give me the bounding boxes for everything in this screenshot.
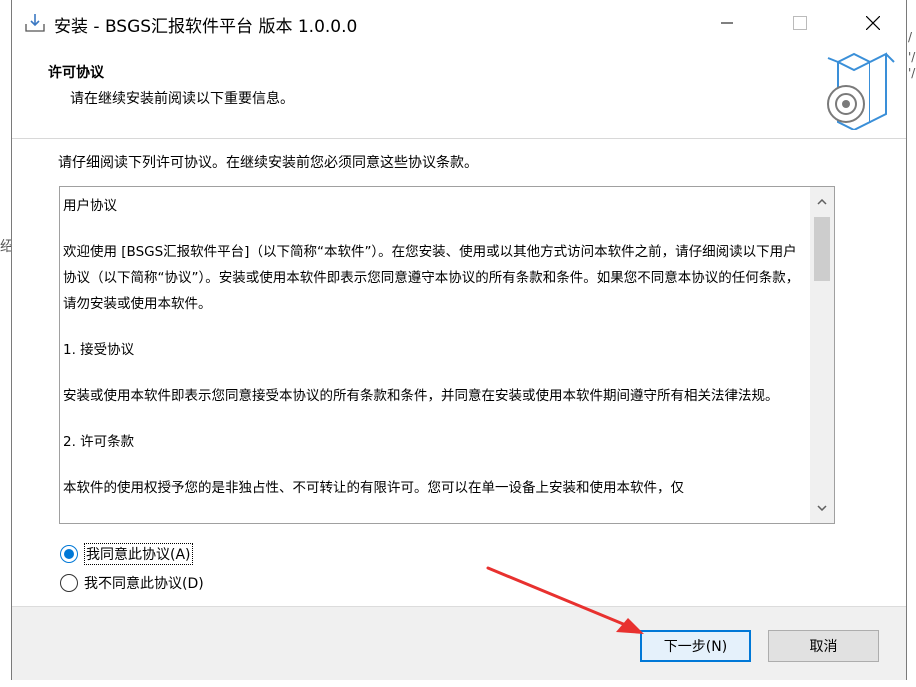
license-paragraph: 本软件的使用权授予您的是非独占性、不可转让的有限许可。您可以在单一设备上安装和使… — [63, 480, 684, 496]
annotation-arrow-icon — [486, 566, 644, 634]
license-paragraph: 1. 接受协议 — [63, 342, 135, 358]
title-bar[interactable]: 安装 - BSGS汇报软件平台 版本 1.0.0.0 — [12, 0, 906, 48]
instruction-text: 请仔细阅读下列许可协议。在继续安装前您必须同意这些协议条款。 — [58, 155, 478, 171]
decline-radio[interactable] — [60, 574, 78, 592]
accept-radio[interactable] — [60, 545, 78, 563]
header-divider — [12, 138, 906, 139]
license-paragraph: 用户协议 — [63, 198, 117, 214]
accept-label[interactable]: 我同意此协议(A) — [84, 543, 193, 565]
decline-option[interactable]: 我不同意此协议(D) — [60, 573, 204, 593]
chevron-down-icon — [817, 505, 827, 511]
minimize-icon — [721, 22, 733, 24]
background-text-right: '/ — [908, 50, 916, 64]
maximize-button[interactable] — [777, 0, 823, 46]
window-title: 安装 - BSGS汇报软件平台 版本 1.0.0.0 — [54, 17, 358, 37]
radio-selected-dot — [64, 549, 74, 559]
license-scrollbar[interactable] — [810, 187, 834, 523]
license-text-box[interactable]: 用户协议 欢迎使用 [BSGS汇报软件平台]（以下简称“本软件”）。在您安装、使… — [59, 186, 835, 524]
chevron-up-icon — [817, 199, 827, 205]
close-icon — [866, 16, 880, 30]
installer-icon — [25, 14, 45, 32]
page-title: 许可协议 — [48, 65, 104, 81]
close-button[interactable] — [850, 0, 896, 46]
license-paragraph: 欢迎使用 [BSGS汇报软件平台]（以下简称“本软件”）。在您安装、使用或以其他… — [63, 244, 800, 312]
background-text-right: '/ — [908, 66, 916, 80]
cancel-button[interactable]: 取消 — [768, 630, 879, 662]
minimize-button[interactable] — [704, 0, 750, 46]
scroll-up-button[interactable] — [810, 191, 834, 213]
background-text-right: / — [908, 30, 913, 44]
decline-label[interactable]: 我不同意此协议(D) — [84, 573, 204, 593]
scroll-down-button[interactable] — [810, 497, 834, 519]
license-paragraph: 安装或使用本软件即表示您同意接受本协议的所有条款和条件，并同意在安装或使用本软件… — [63, 388, 779, 404]
license-content: 用户协议 欢迎使用 [BSGS汇报软件平台]（以下简称“本软件”）。在您安装、使… — [63, 193, 805, 521]
accept-option[interactable]: 我同意此协议(A) — [60, 543, 193, 565]
page-subtitle: 请在继续安装前阅读以下重要信息。 — [70, 91, 294, 107]
maximize-icon — [793, 16, 807, 30]
background-window-right — [906, 0, 916, 687]
license-paragraph: 2. 许可条款 — [63, 434, 135, 450]
software-box-icon — [827, 52, 895, 130]
scroll-thumb[interactable] — [814, 217, 830, 281]
